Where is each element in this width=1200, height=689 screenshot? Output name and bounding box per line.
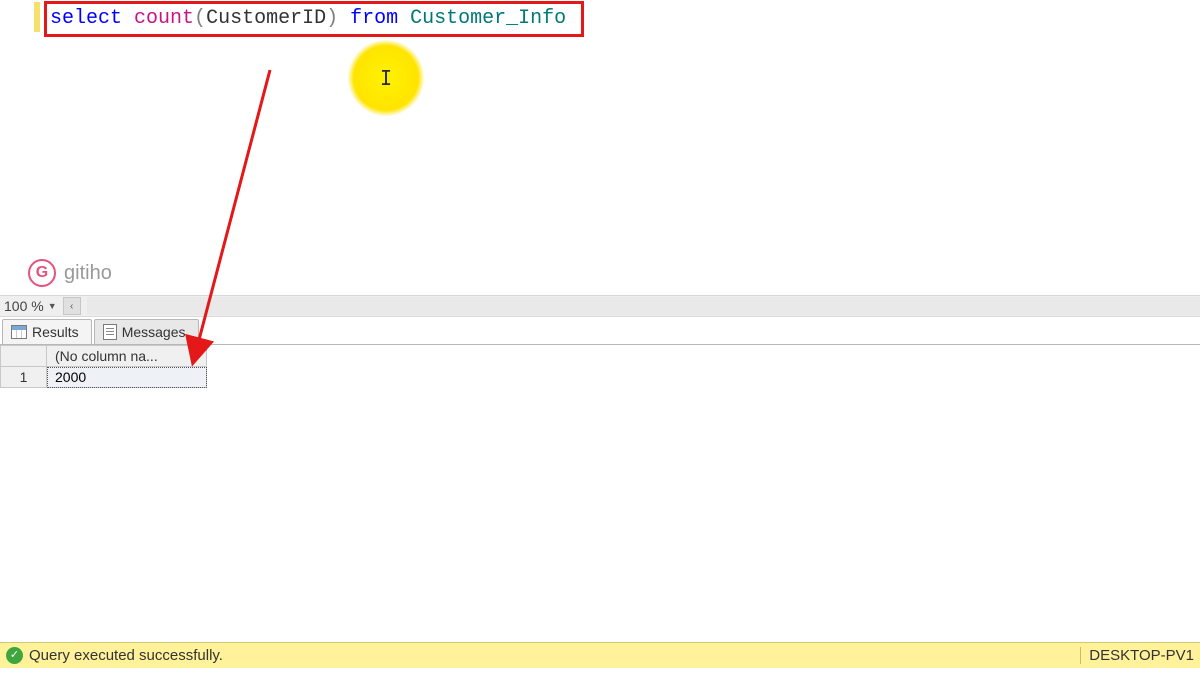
column-header[interactable]: (No column na... <box>47 346 207 367</box>
results-tabs: Results Messages <box>0 317 1200 345</box>
editor-gutter <box>0 0 40 295</box>
watermark-logo-icon: G <box>28 259 56 287</box>
sql-paren-open: ( <box>194 7 206 30</box>
tab-results[interactable]: Results <box>2 319 92 344</box>
sql-argument: CustomerID <box>206 7 326 30</box>
sql-code-line[interactable]: select count(CustomerID) from Customer_I… <box>40 4 1200 34</box>
status-server: DESKTOP-PV1 <box>1080 647 1194 664</box>
status-message: Query executed successfully. <box>29 647 223 664</box>
scroll-left-button[interactable]: ‹ <box>63 297 81 315</box>
success-check-icon: ✓ <box>6 647 23 664</box>
sql-editor-pane[interactable]: select count(CustomerID) from Customer_I… <box>0 0 1200 295</box>
status-bar: ✓ Query executed successfully. DESKTOP-P… <box>0 642 1200 668</box>
text-cursor-icon: I <box>380 66 392 90</box>
tab-results-label: Results <box>32 324 79 340</box>
grid-icon <box>11 325 27 339</box>
sql-keyword-select: select <box>50 7 122 30</box>
chevron-down-icon: ▼ <box>48 301 57 311</box>
zoom-bar: 100 % ▼ ‹ <box>0 295 1200 317</box>
sql-function-count: count <box>134 7 194 30</box>
watermark-text: gitiho <box>64 262 112 285</box>
sql-table-name: Customer_Info <box>410 7 566 30</box>
document-icon <box>103 324 117 340</box>
tab-messages-label: Messages <box>122 324 186 340</box>
tab-messages[interactable]: Messages <box>94 319 199 344</box>
result-cell[interactable]: 2000 <box>47 367 207 388</box>
sql-paren-close: ) <box>326 7 338 30</box>
zoom-level-value: 100 % <box>4 298 44 314</box>
grid-corner-cell[interactable] <box>1 346 47 367</box>
row-number-cell[interactable]: 1 <box>1 367 47 388</box>
zoom-level-dropdown[interactable]: 100 % ▼ <box>4 298 57 314</box>
annotation-highlight-spot: I <box>348 40 424 116</box>
watermark: G gitiho <box>28 259 112 287</box>
sql-keyword-from: from <box>350 7 398 30</box>
horizontal-scrollbar[interactable] <box>87 297 1200 315</box>
results-table[interactable]: (No column na... 1 2000 <box>0 345 207 388</box>
table-row[interactable]: 1 2000 <box>1 367 207 388</box>
results-grid-pane[interactable]: (No column na... 1 2000 <box>0 345 1200 642</box>
